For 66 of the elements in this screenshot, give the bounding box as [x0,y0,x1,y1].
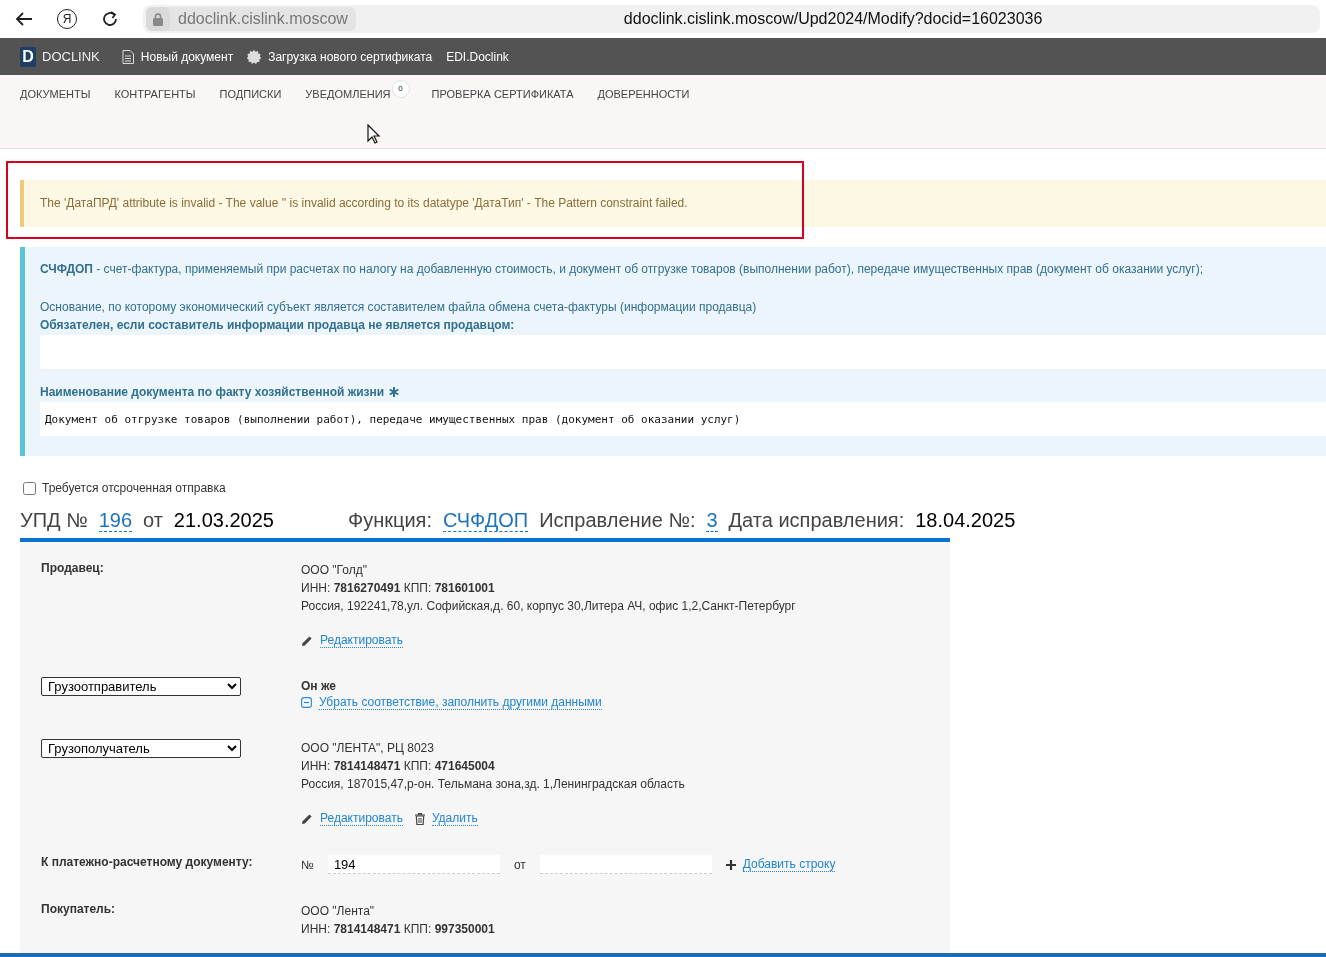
action-link[interactable]: Редактировать [320,633,403,648]
lock-icon [153,12,163,26]
heading-label: УПД № [20,509,88,532]
add-row-link[interactable]: Добавить строку [742,857,836,872]
tab[interactable]: ПРОВЕРКА СЕРТИФИКАТА [431,87,574,100]
nav-link[interactable]: EDI.Doclink [446,49,509,64]
nav-link[interactable]: Новый документ [121,49,234,64]
number-field[interactable]: 194 [327,855,500,874]
heading-link[interactable]: 3 [706,509,718,532]
field-label: Обязателен, если составитель информации продавца не является продавцом: [40,317,516,334]
date-field[interactable] [539,855,712,874]
role-dropdown[interactable]: Грузополучатель [41,739,241,758]
logo[interactable]: D [20,46,36,67]
action-link[interactable]: Редактировать [320,811,403,826]
heading-label: от [143,509,163,532]
party-text: ООО "Голд" [301,562,368,579]
party-text: ИНН: 7816270491 КПП: 781601001 [301,580,496,597]
heading-link[interactable]: 196 [98,509,132,532]
address-bar[interactable]: ddoclink.cislink.moscow ddoclink.cislink.moscow/Upd2024/Modify?docid=16023036 [143,5,1320,33]
document-name-field[interactable]: Документ об отгрузке товаров (выполнении работ), передаче имущественных прав (документ об оказании услуг) [40,402,1326,436]
party-text: ИНН: 7814148471 КПП: 471645004 [301,758,496,775]
heading-label: Дата исправления: [728,509,905,532]
party-text: Россия, 192241,78,ул. Софийская,д. 60, корпус 30,Литера АЧ, офис 1,2,Санкт-Петербург [301,598,797,615]
checkbox-label: Требуется отсроченная отправка [42,481,226,495]
nav-link[interactable]: Загрузка нового сертификата [247,49,433,64]
field-label: Покупатель: [41,902,116,916]
field-label: Продавец: [41,561,104,575]
field-label: К платежно-расчетному документу: [41,855,253,869]
pencil-icon [301,634,313,647]
number-label: № [301,857,314,872]
back-icon[interactable] [15,11,33,27]
party-text: ИНН: 7814148471 КПП: 997350001 [301,921,496,938]
tab[interactable]: ПОДПИСКИ [219,87,282,100]
checkbox[interactable] [23,481,36,495]
party-text: Он же [301,678,337,695]
document-icon [121,49,134,64]
tab[interactable]: КОНТРАГЕНТЫ [114,87,196,100]
party-text: ООО "ЛЕНТА", РЦ 8023 [301,740,435,757]
trash-icon [414,812,425,825]
heading-link[interactable]: СЧФДОП [443,509,529,532]
reload-icon[interactable] [101,10,119,28]
heading-value: 21.03.2025 [173,509,274,532]
site-host: ddoclink.cislink.moscow [178,10,348,28]
minus-box-icon [301,697,312,708]
party-text: Россия, 187015,47,р-он. Тельмана зона,зд. 1,Ленинградская область [301,776,686,793]
action-link[interactable]: Удалить [431,811,478,826]
date-label: от [513,857,526,872]
heading-label: Функция: [347,509,432,532]
heading-label: Исправление №: [539,509,696,532]
heading-value: 18.04.2025 [915,509,1016,532]
mouse-cursor-icon [367,124,381,144]
description-text: СЧФДОП - счет-фактура, применяемый при расчетах по налогу на добавленную стоимость, и документ об отгрузке товаров (выполнении работ), передаче имущественных прав (документ об оказании услуг); [40,262,1205,276]
seal-icon [247,49,262,64]
basis-hint: Основание, по которому экономический субъект является составителем файла обмена счета-фактуры (информации продавца) [40,299,758,316]
pencil-icon [301,812,313,825]
tab[interactable]: ДОВЕРЕННОСТИ [597,87,690,100]
page-url: ddoclink.cislink.moscow/Upd2024/Modify?docid=16023036 [623,10,1043,28]
party-text: ООО "Лента" [301,903,376,920]
field-label: Наименование документа по факту хозяйственной жизни [40,384,385,401]
tab[interactable]: ДОКУМЕНТЫ [20,87,91,100]
plus-icon [725,859,736,870]
action-link[interactable]: Убрать соответствие, заполнить другими данными [319,695,602,710]
count-badge: 0 [391,80,410,98]
brand-name[interactable]: DOCLINK [42,49,100,64]
error-message: The 'ДатаПРД' attribute is invalid - The value '' is invalid according to its datatype 'ДатаТип' - The Pattern constraint failed. [20,180,1326,227]
role-dropdown[interactable]: Грузоотправитель [41,677,241,696]
